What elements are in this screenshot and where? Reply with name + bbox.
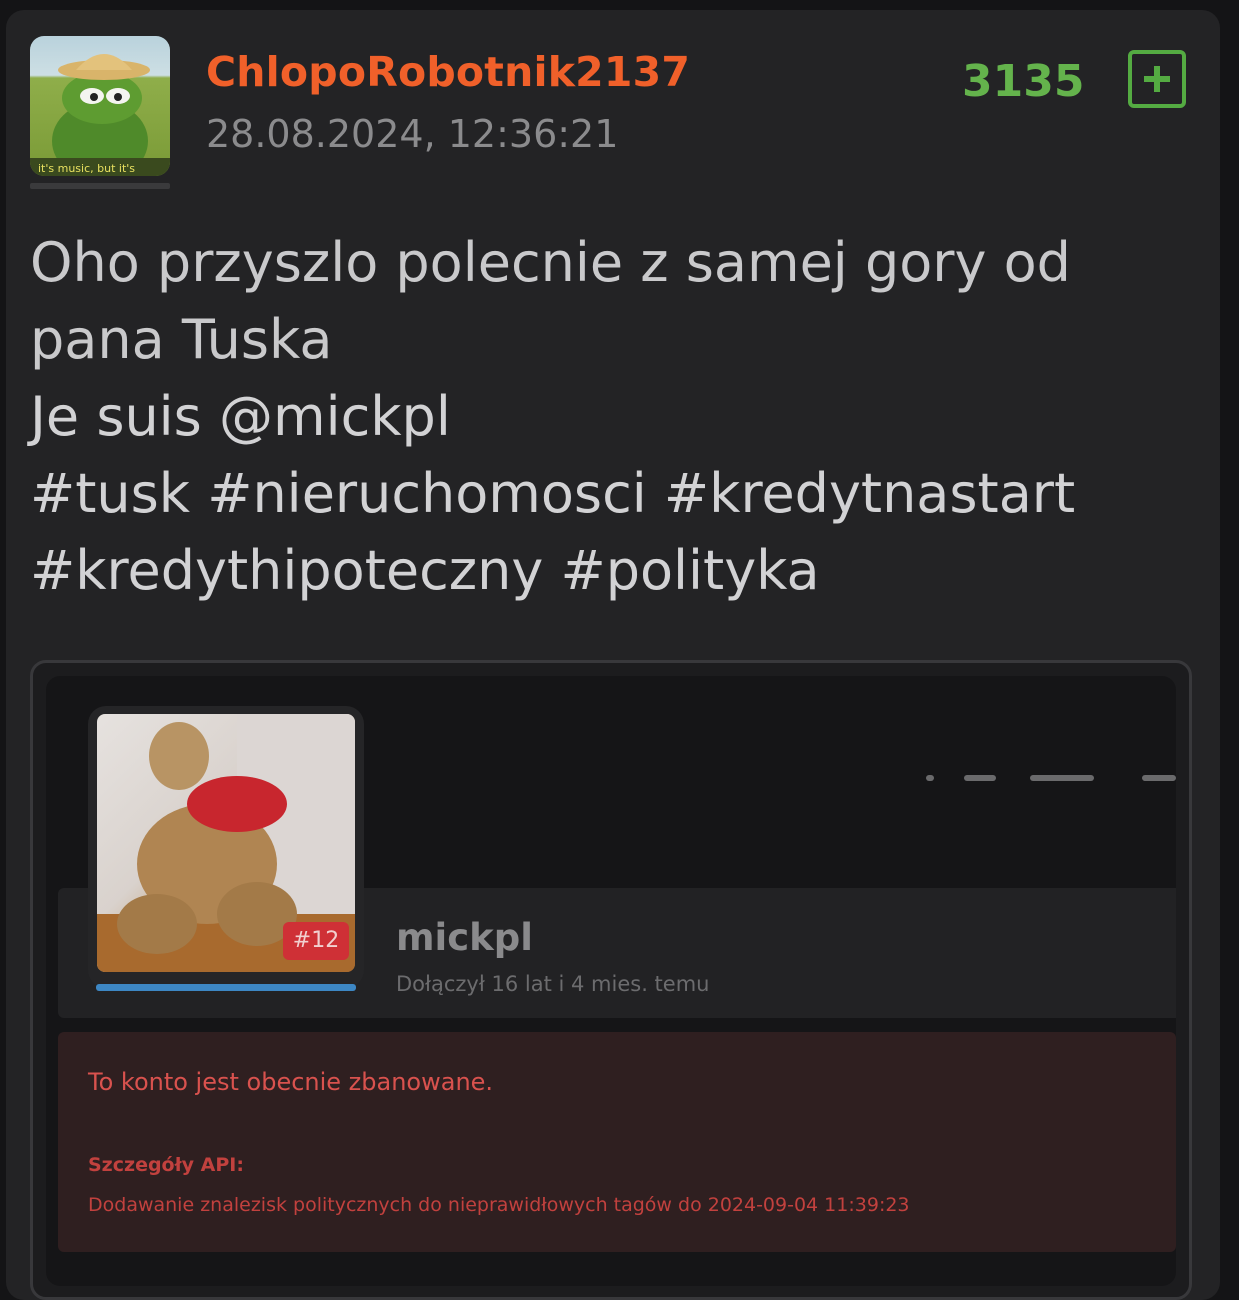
post-timestamp[interactable]: 28.08.2024, 12:36:21	[206, 112, 618, 156]
author-username[interactable]: ChlopoRobotnik2137	[206, 48, 690, 96]
profile-progress-bar	[96, 984, 356, 991]
ban-notice: To konto jest obecnie zbanowane. Szczegó…	[58, 1032, 1176, 1252]
dash-divider	[926, 775, 934, 781]
mention-line[interactable]: Je suis @mickpl	[30, 378, 1200, 455]
frog-avatar-image: it's music, but it's	[30, 54, 170, 176]
api-details-label: Szczegóły API:	[88, 1154, 244, 1176]
author-avatar[interactable]: it's music, but it's	[30, 36, 170, 176]
avatar-underline	[30, 183, 170, 189]
dash-divider	[964, 775, 996, 781]
profile-joined: Dołączył 16 lat i 4 mies. temu	[396, 972, 710, 996]
tags-line[interactable]: #kredythipoteczny #polityka	[30, 532, 1200, 609]
content-line: Oho przyszlo polecnie z samej gory od	[30, 231, 1071, 294]
ban-message: To konto jest obecnie zbanowane.	[88, 1068, 494, 1096]
plus-square-icon[interactable]	[1128, 50, 1186, 108]
dash-divider	[1142, 775, 1176, 781]
content-line: pana Tuska	[30, 308, 333, 371]
embedded-screenshot: #12 mickpl Dołączył 16 lat i 4 mies. tem…	[46, 676, 1176, 1286]
vote-score: 3135	[962, 56, 1085, 107]
api-details-text: Dodawanie znalezisk politycznych do niep…	[88, 1194, 910, 1216]
svg-text:it's music, but it's: it's music, but it's	[38, 162, 135, 175]
tags-line[interactable]: #tusk #nieruchomosci #kredytnastart	[30, 455, 1200, 532]
rank-badge: #12	[283, 922, 349, 960]
post-content: Oho przyszlo polecnie z samej gory od pa…	[30, 224, 1200, 609]
profile-name: mickpl	[396, 916, 533, 959]
dash-divider	[1030, 775, 1094, 781]
